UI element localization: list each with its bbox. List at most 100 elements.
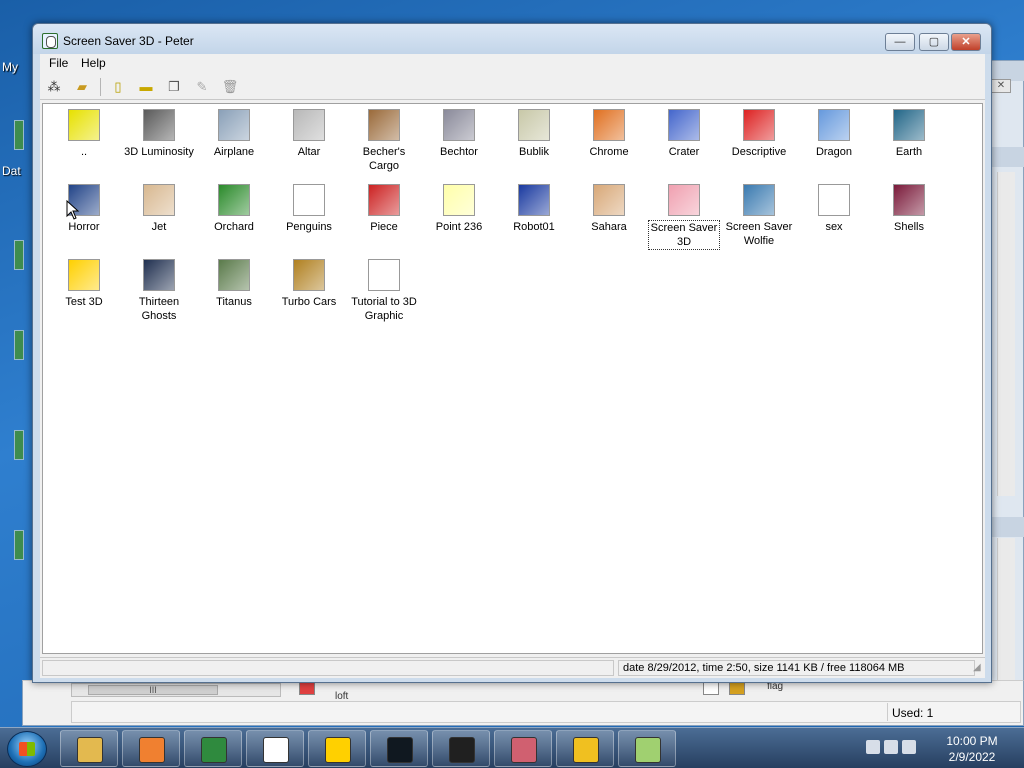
file-item[interactable]: Airplane [198,109,270,159]
file-item-label: 3D Luminosity [124,146,194,158]
toolbar: ⁂ ▰ ▯ ▬ ❐ ✎ 🗑 [40,74,985,100]
file-item-label: Bechtor [440,146,478,158]
new-file-icon[interactable]: ▯ [108,77,128,97]
desktop-icon[interactable] [14,430,24,460]
background-close-icon[interactable]: ✕ [991,79,1011,93]
file-item[interactable]: Crater [648,109,720,159]
screensaver-thumbnail-icon [143,259,175,291]
file-item[interactable]: 3D Luminosity [123,109,195,159]
menu-file[interactable]: File [49,56,68,70]
file-item[interactable]: Becher's Cargo [348,109,420,173]
toolbar-separator [100,78,101,96]
file-item[interactable]: Robot01 [498,184,570,234]
file-item[interactable]: Point 236 [423,184,495,234]
screensaver-thumbnail-icon [668,184,700,216]
flag-icon[interactable] [866,740,880,754]
file-item[interactable]: Earth [873,109,945,159]
screensaver-thumbnail-icon [818,184,850,216]
desktop-label-data[interactable]: Dat [2,164,21,178]
desktop-icon[interactable] [14,120,24,150]
taskbar-app-button[interactable] [370,730,428,767]
clock-date: 2/9/2022 [948,750,996,764]
open-folder-icon[interactable]: ▰ [72,77,92,97]
file-item[interactable]: Thirteen Ghosts [123,259,195,323]
file-item[interactable]: Dragon [798,109,870,159]
file-item[interactable]: Test 3D [48,259,120,309]
maximize-button[interactable]: ▢ [919,33,949,51]
file-item[interactable]: Bechtor [423,109,495,159]
title-bar[interactable]: Screen Saver 3D - Peter — ▢ ✕ [33,24,991,54]
screensaver-thumbnail-icon [443,109,475,141]
file-item[interactable]: Penguins [273,184,345,234]
background-scrollbar[interactable] [997,538,1015,698]
file-item[interactable]: Screen Saver Wolfie [723,184,795,248]
oscilloscope-icon [387,737,413,763]
screensaver-thumbnail-icon [518,184,550,216]
background-scrollbar[interactable] [997,172,1015,496]
new-folder-icon[interactable]: ▬ [136,77,156,97]
minimize-button[interactable]: — [885,33,915,51]
file-item[interactable]: Chrome [573,109,645,159]
file-item[interactable]: sex [798,184,870,234]
file-item[interactable]: Descriptive [723,109,795,159]
desktop-icon[interactable] [14,330,24,360]
file-list[interactable]: .. 3D Luminosity Airplane Altar Becher's Car… [42,103,983,654]
taskbar-app-button[interactable] [60,730,118,767]
taskbar-app-button[interactable] [618,730,676,767]
start-button[interactable] [7,731,47,767]
copy-icon[interactable]: ❐ [164,77,184,97]
menu-help[interactable]: Help [81,56,106,70]
scroll-thumb[interactable]: III [88,685,218,695]
file-item-label: Turbo Cars [281,296,337,308]
tree-icon[interactable]: ⁂ [44,77,64,97]
desktop-label-my[interactable]: My [2,60,18,74]
file-item[interactable]: Tutorial to 3D Graphic [348,259,420,323]
network-icon[interactable] [884,740,898,754]
taskbar-app-button[interactable] [246,730,304,767]
window-title: Screen Saver 3D - Peter [63,34,194,48]
file-item[interactable]: Altar [273,109,345,159]
taskbar: 10:00 PM 2/9/2022 [0,727,1024,768]
resize-grip[interactable]: ◢ [973,662,985,674]
file-item[interactable]: Titanus [198,259,270,309]
file-item[interactable]: Screen Saver 3D [648,184,720,250]
file-item[interactable]: Sahara [573,184,645,234]
app-icon[interactable] [42,33,58,49]
file-item-label: Screen Saver 3D [648,220,720,250]
volume-icon[interactable] [902,740,916,754]
file-item-label: Descriptive [731,146,787,158]
clock[interactable]: 10:00 PM 2/9/2022 [940,733,1004,765]
background-status-bar [71,701,1021,723]
file-item[interactable]: Bublik [498,109,570,159]
window-client: File Help ⁂ ▰ ▯ ▬ ❐ ✎ 🗑 .. 3D Luminosity A… [40,54,985,678]
background-horizontal-scrollbar[interactable]: III [71,683,281,697]
file-item[interactable]: Piece [348,184,420,234]
file-item-label: sex [825,221,843,233]
status-info: date 8/29/2012, time 2:50, size 1141 KB … [618,660,975,676]
file-item-label: Penguins [286,221,332,233]
taskbar-app-button[interactable] [494,730,552,767]
file-item[interactable]: Shells [873,184,945,234]
file-item[interactable]: Orchard [198,184,270,234]
taskbar-app-button[interactable] [184,730,242,767]
screensaver-thumbnail-icon [293,109,325,141]
desktop-icon[interactable] [14,240,24,270]
taskbar-app-button[interactable] [308,730,366,767]
screensaver-thumbnail-icon [518,109,550,141]
screensaver-thumbnail-icon [368,259,400,291]
up-folder-icon [68,109,100,141]
taskbar-app-button[interactable] [556,730,614,767]
close-button[interactable]: ✕ [951,33,981,51]
file-item[interactable]: Jet [123,184,195,234]
file-item-label: Titanus [216,296,252,308]
test-3d-icon [325,737,351,763]
screensaver-thumbnail-icon [293,259,325,291]
background-expand-icon[interactable] [703,681,719,695]
desktop-icon[interactable] [14,530,24,560]
taskbar-app-button[interactable] [432,730,490,767]
taskbar-app-button[interactable] [122,730,180,767]
file-item[interactable]: Turbo Cars [273,259,345,309]
file-item[interactable]: Horror [48,184,120,234]
file-item-label: Dragon [815,146,853,158]
file-item[interactable]: .. [48,109,120,159]
